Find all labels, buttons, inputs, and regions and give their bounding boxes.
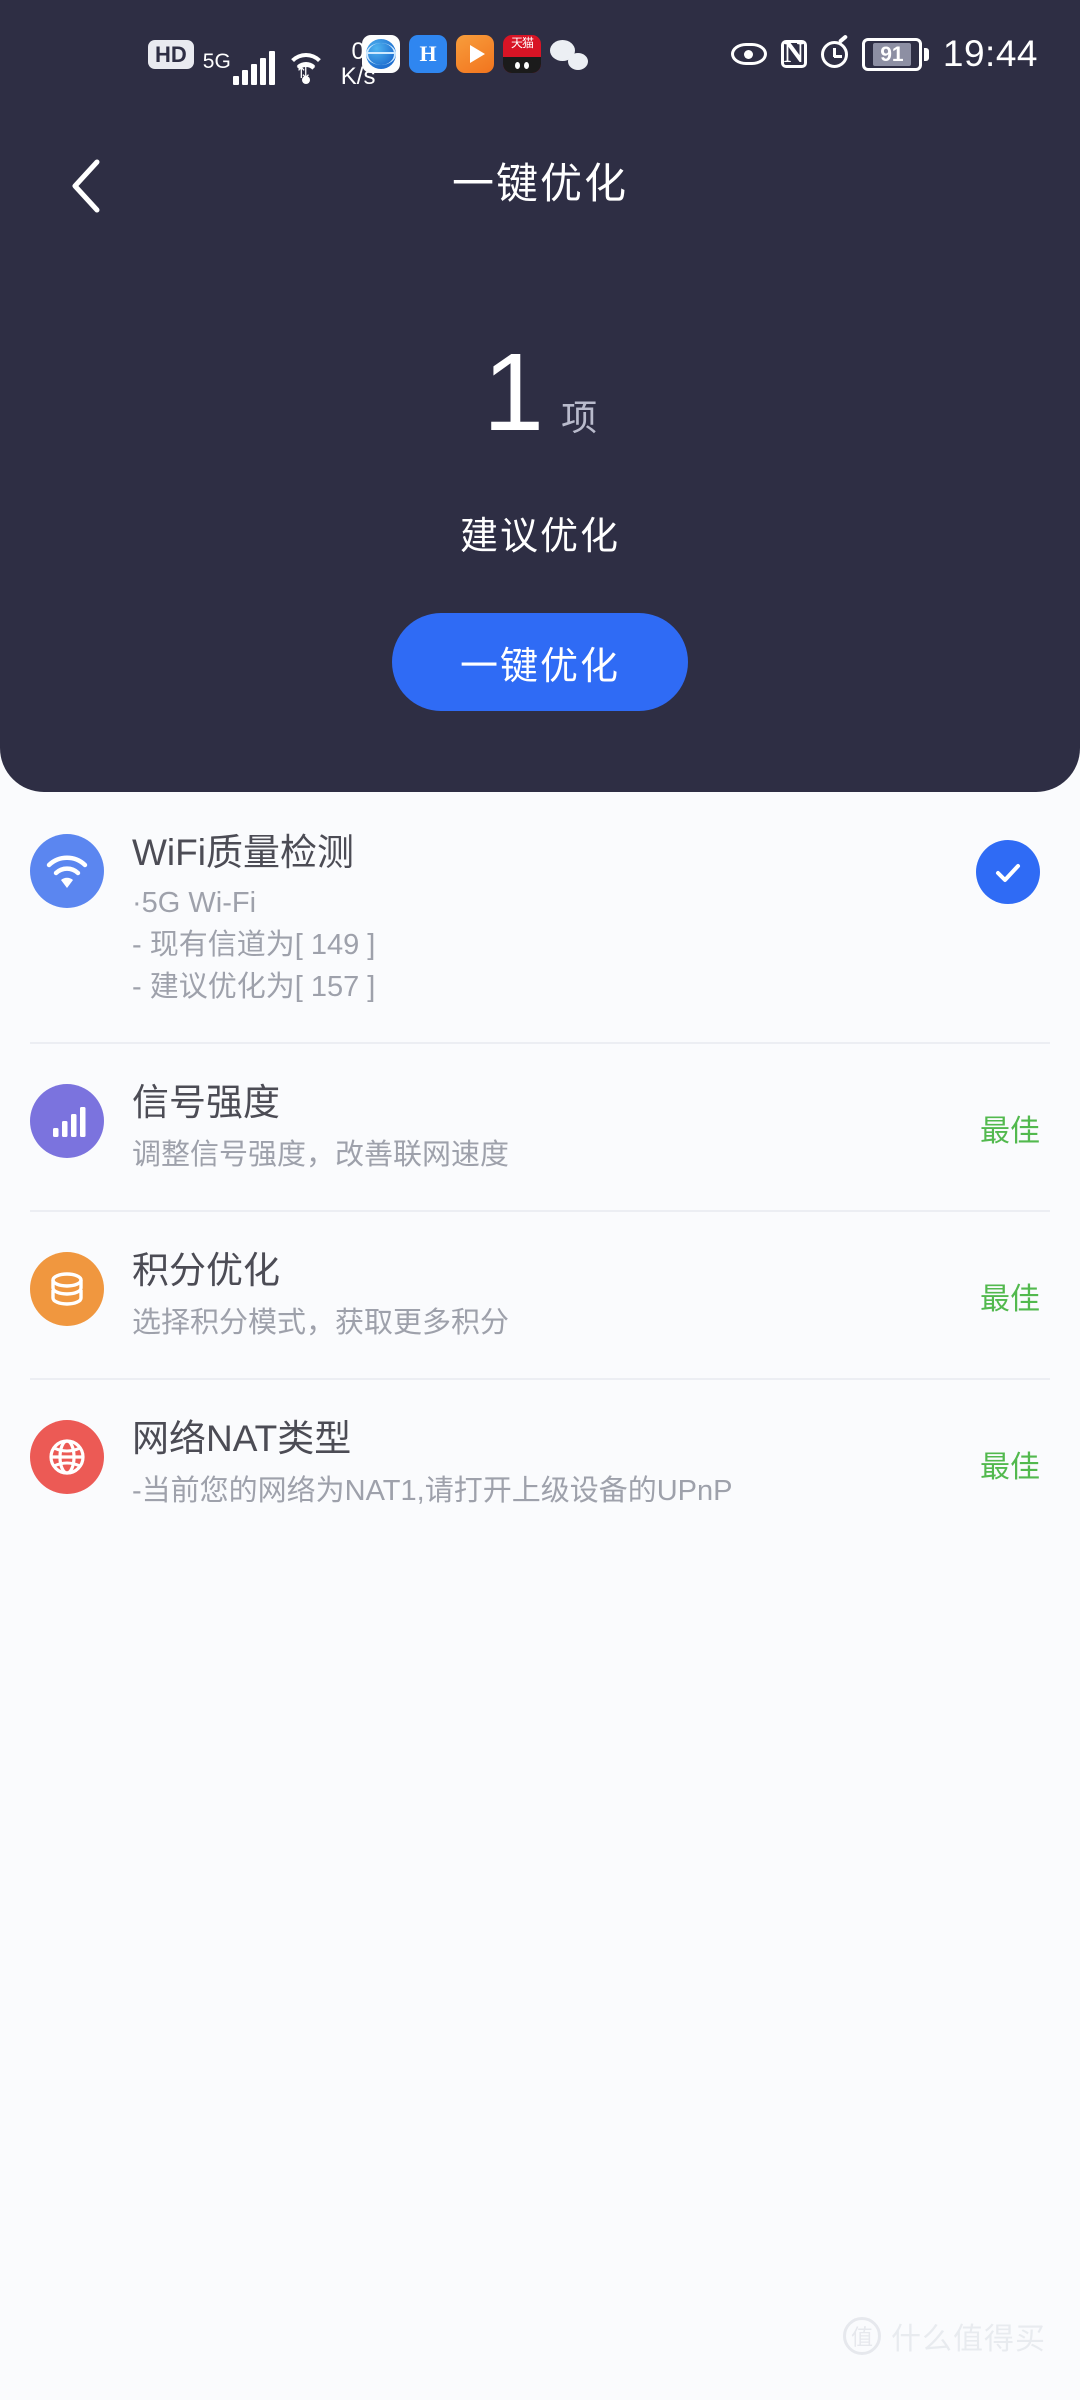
check-icon <box>996 864 1020 882</box>
video-play-app-icon <box>456 35 494 73</box>
list-item-subtitle: 选择积分模式，获取更多积分 <box>132 1307 510 1339</box>
wifi-icon <box>30 834 104 908</box>
notification-app-icons: H 天猫 <box>362 35 588 73</box>
watermark: 值 什么值得买 <box>843 2314 1046 2358</box>
hd-icon: HD <box>148 39 194 69</box>
list-item-detail-line: - 建议优化为[ 157 ] <box>132 971 376 1003</box>
one-key-optimize-button[interactable]: 一键优化 <box>392 613 688 711</box>
list-item-title: 信号强度 <box>132 1082 280 1123</box>
signal-bars-icon <box>30 1084 104 1158</box>
tmall-app-icon: 天猫 <box>503 35 541 73</box>
cellular-signal-icon: 5G <box>203 51 275 85</box>
browser-app-icon <box>362 35 400 73</box>
signal-bars-icon <box>232 51 275 85</box>
nfc-icon: N <box>780 40 807 68</box>
optimization-count-row: 1 项 <box>0 338 1080 448</box>
wechat-app-icon <box>550 35 588 73</box>
coins-icon <box>30 1252 104 1326</box>
list-item-subtitle: 调整信号强度，改善联网速度 <box>132 1139 510 1171</box>
status-check-badge[interactable] <box>976 840 1040 904</box>
status-bar-left-group: HD 5G ⇅ 0 K/s <box>148 23 375 89</box>
eye-icon <box>730 43 767 65</box>
list-item[interactable]: WiFi质量检测 ·5G Wi-Fi - 现有信道为[ 149 ] - 建议优化… <box>0 792 1080 1042</box>
list-item-detail-lines: ·5G Wi-Fi - 现有信道为[ 149 ] - 建议优化为[ 157 ] <box>132 882 976 1008</box>
optimization-count: 1 <box>482 331 546 454</box>
list-item-texts: 信号强度 调整信号强度，改善联网速度 <box>104 1080 970 1176</box>
list-item-texts: WiFi质量检测 ·5G Wi-Fi - 现有信道为[ 149 ] - 建议优化… <box>104 830 976 1008</box>
optimization-count-unit: 项 <box>561 397 598 438</box>
status-bar-clock: 19:44 <box>942 33 1038 74</box>
list-item-detail-line: ·5G Wi-Fi <box>132 887 257 919</box>
hero-panel: HD 5G ⇅ 0 K/s H 天猫 N 91 19:44 一键优化 1 项 建… <box>0 0 1080 792</box>
wifi-status-icon: ⇅ <box>284 51 328 85</box>
watermark-text: 什么值得买 <box>891 2323 1046 2356</box>
list-item-title: WiFi质量检测 <box>132 832 354 873</box>
list-item-subtitle: -当前您的网络为NAT1,请打开上级设备的UPnP <box>132 1475 733 1507</box>
status-bar: HD 5G ⇅ 0 K/s H 天猫 N 91 19:44 <box>0 0 1080 108</box>
list-item[interactable]: 积分优化 选择积分模式，获取更多积分 最佳 <box>0 1210 1080 1378</box>
status-badge: 最佳 <box>980 1283 1040 1316</box>
optimization-count-label: 建议优化 <box>459 516 620 558</box>
list-item-texts: 网络NAT类型 -当前您的网络为NAT1,请打开上级设备的UPnP <box>104 1416 970 1512</box>
page-title: 一键优化 <box>451 160 628 207</box>
list-item[interactable]: 网络NAT类型 -当前您的网络为NAT1,请打开上级设备的UPnP 最佳 <box>0 1378 1080 1546</box>
status-badge: 最佳 <box>980 1451 1040 1484</box>
list-item-title: 积分优化 <box>132 1250 280 1291</box>
list-item-texts: 积分优化 选择积分模式，获取更多积分 <box>104 1248 970 1344</box>
status-badge: 最佳 <box>980 1115 1040 1148</box>
status-bar-right-group: N 91 19:44 <box>730 33 1038 75</box>
alarm-icon <box>820 33 849 68</box>
list-item-title: 网络NAT类型 <box>132 1418 352 1459</box>
globe-icon <box>30 1420 104 1494</box>
battery-percent-label: 91 <box>873 42 911 66</box>
battery-icon: 91 <box>861 37 929 71</box>
list-item[interactable]: 信号强度 调整信号强度，改善联网速度 最佳 <box>0 1042 1080 1210</box>
list-item-detail-line: - 现有信道为[ 149 ] <box>132 929 376 961</box>
h-app-icon: H <box>409 35 447 73</box>
navigation-bar: 一键优化 <box>0 120 1080 250</box>
optimization-list: WiFi质量检测 ·5G Wi-Fi - 现有信道为[ 149 ] - 建议优化… <box>0 792 1080 1546</box>
tmall-label: 天猫 <box>510 36 534 50</box>
network-generation-label: 5G <box>202 50 231 73</box>
watermark-logo-icon: 值 <box>843 2317 881 2355</box>
